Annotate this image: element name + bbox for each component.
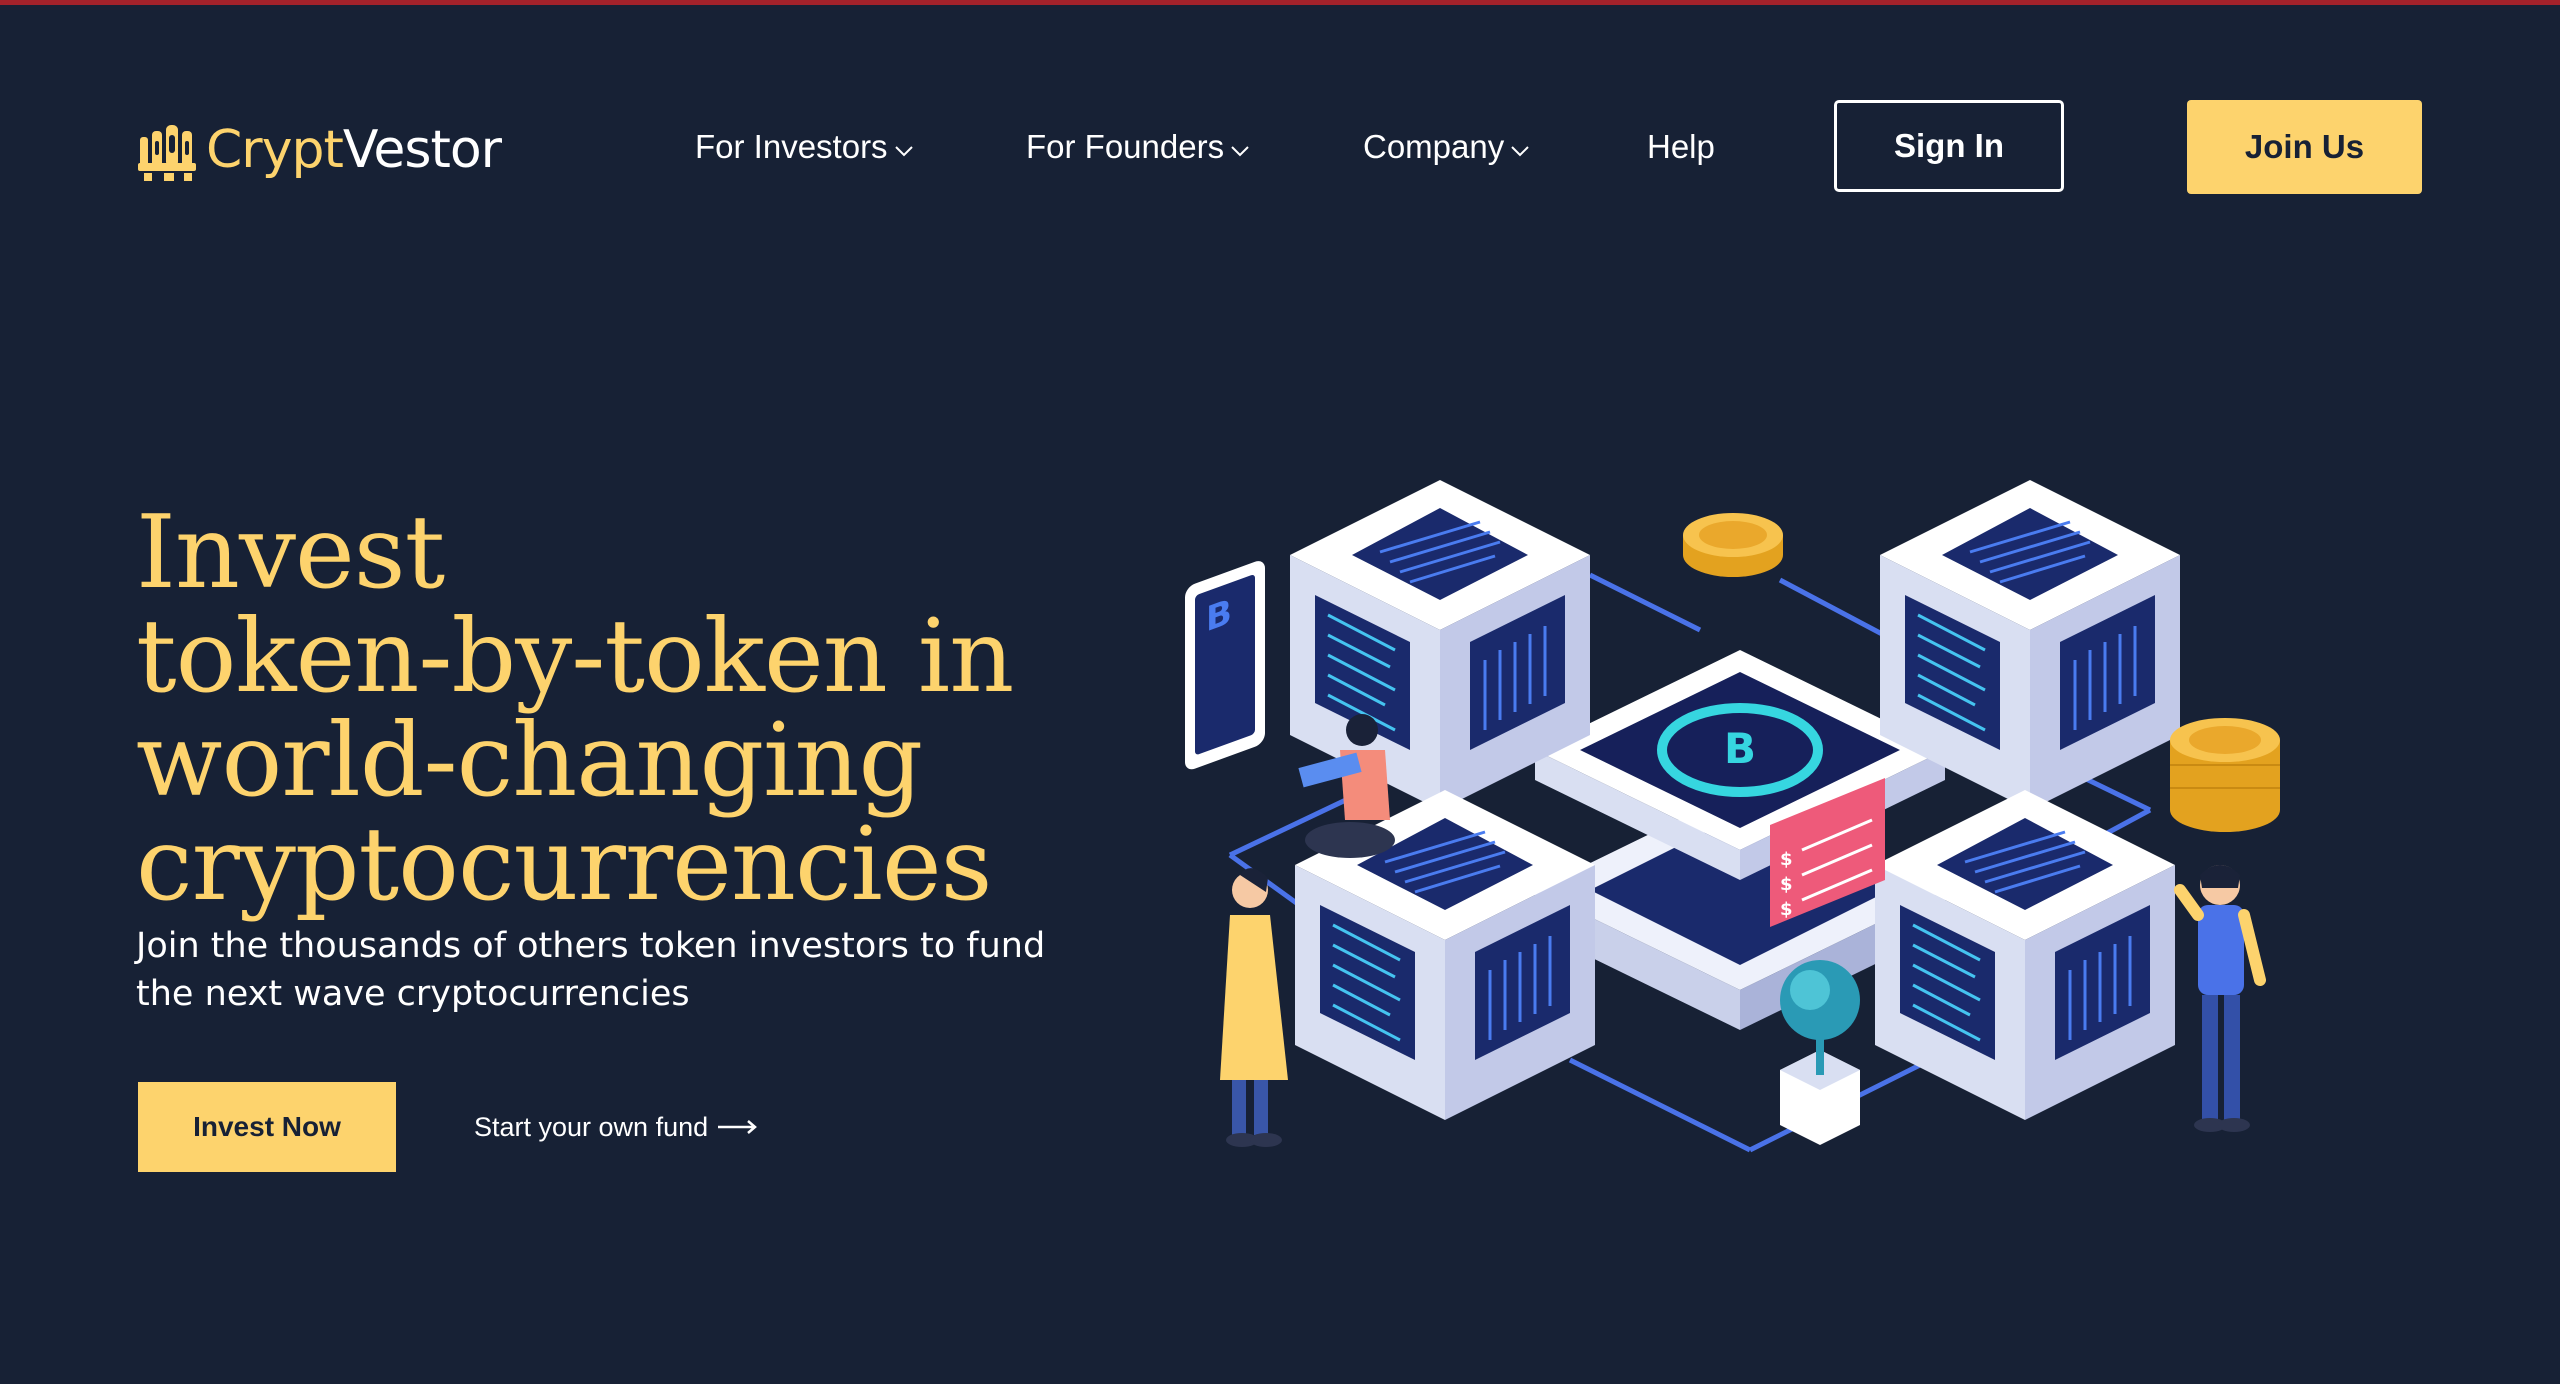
logo-mark-icon <box>138 125 196 181</box>
hero-subtitle-line: Join the thousands of others token inves… <box>136 926 1046 966</box>
receipt-symbol: $ <box>1780 899 1793 920</box>
hero-title-line: token-by-token in <box>136 597 1014 715</box>
join-us-button[interactable]: Join Us <box>2187 100 2422 194</box>
hero-subtitle-line: the next wave cryptocurrencies <box>136 974 690 1014</box>
phone-icon: B <box>1185 561 1265 770</box>
bitcoin-symbol: B <box>1724 724 1756 773</box>
gold-coin-icon <box>1683 513 1783 577</box>
nav-label: For Investors <box>695 128 888 165</box>
chevron-down-icon <box>1511 146 1529 157</box>
hero-subtitle: Join the thousands of others token inves… <box>136 922 1096 1018</box>
nav-label: For Founders <box>1026 128 1225 165</box>
nav-label: Company <box>1363 128 1505 165</box>
sign-in-button[interactable]: Sign In <box>1834 100 2064 192</box>
nav-for-investors[interactable]: For Investors <box>695 122 914 172</box>
receipt-symbol: $ <box>1780 874 1793 895</box>
receipt-symbol: $ <box>1780 849 1793 870</box>
logo-text-part2: Vestor <box>342 120 502 180</box>
hero-title-line: cryptocurrencies <box>136 805 992 923</box>
logo[interactable]: CryptVestor <box>136 112 502 188</box>
chevron-down-icon <box>894 146 913 157</box>
start-fund-link[interactable]: Start your own fund <box>474 1107 758 1147</box>
logo-text-part1: Crypt <box>206 120 344 180</box>
hero-title-line: world-changing <box>136 701 923 819</box>
top-accent-strip <box>0 0 2560 5</box>
nav-for-founders[interactable]: For Founders <box>1026 122 1250 172</box>
invest-now-button[interactable]: Invest Now <box>138 1082 396 1172</box>
nav-label: Help <box>1647 128 1715 165</box>
nav-company[interactable]: Company <box>1363 122 1530 172</box>
hero-illustration: B B $ $ $ <box>1185 478 2280 1153</box>
arrow-right-icon <box>718 1120 758 1134</box>
coin-stack-icon <box>2170 718 2280 832</box>
logo-wordmark: CryptVestor <box>206 124 502 176</box>
chevron-down-icon <box>1231 146 1249 157</box>
hero-title: Invest token-by-token in world-changing … <box>136 500 1096 916</box>
server-cube-bottom-right <box>1873 788 2177 1122</box>
person-standing-left-figure <box>1220 868 1288 1147</box>
plant-icon <box>1780 960 1860 1145</box>
person-standing-right-figure <box>2174 865 2266 1132</box>
start-fund-label: Start your own fund <box>474 1111 709 1142</box>
hero-title-line: Invest <box>136 493 445 611</box>
nav-help[interactable]: Help <box>1647 122 1715 172</box>
